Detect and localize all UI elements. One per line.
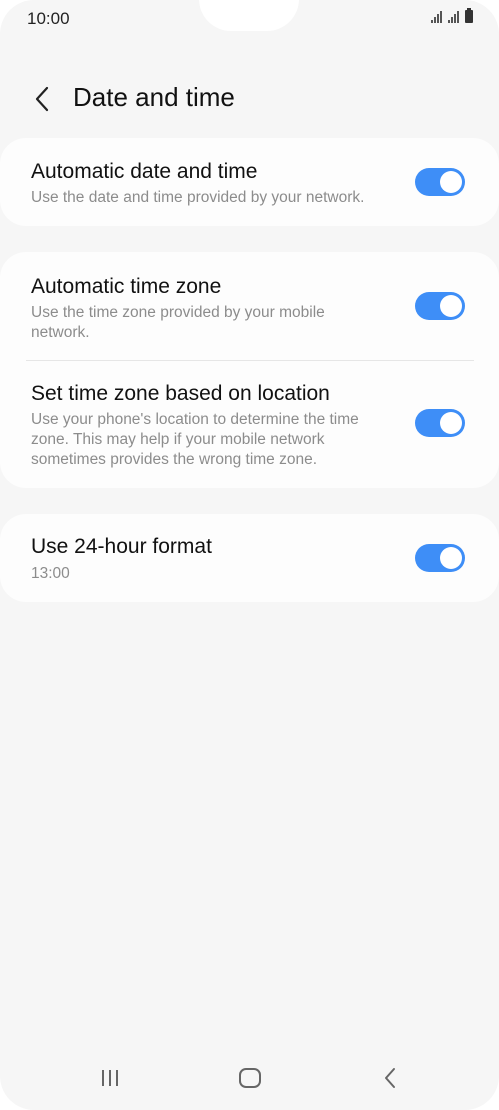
app-header: Date and time: [0, 78, 499, 118]
auto-datetime-title: Automatic date and time: [31, 160, 258, 183]
battery-icon: [465, 8, 473, 23]
hour24-title: Use 24-hour format: [31, 535, 212, 558]
status-time: 10:00: [27, 9, 70, 28]
phone-screen: 10:00 Date and time Automatic date and t…: [0, 0, 499, 1110]
back-button[interactable]: [28, 82, 56, 116]
hour24-row[interactable]: Use 24-hour format 13:00: [0, 514, 499, 602]
signal-icon-2: [448, 10, 459, 23]
settings-card-timezone: Automatic time zone Use the time zone pr…: [0, 252, 499, 488]
chevron-left-icon: [35, 86, 49, 112]
settings-card-format: Use 24-hour format 13:00: [0, 514, 499, 602]
camera-notch: [199, 0, 299, 31]
recents-icon: [102, 1070, 118, 1086]
home-button[interactable]: [230, 1062, 270, 1094]
location-timezone-subtitle: Use your phone's location to determine t…: [31, 411, 359, 468]
recents-button[interactable]: [90, 1062, 130, 1094]
back-icon: [385, 1068, 395, 1088]
navigation-bar: [0, 1050, 499, 1105]
toggle-knob: [440, 412, 462, 434]
toggle-knob: [440, 547, 462, 569]
hour24-toggle[interactable]: [415, 544, 465, 572]
home-icon: [239, 1068, 261, 1088]
signal-icon: [431, 10, 442, 23]
nav-back-button[interactable]: [370, 1062, 410, 1094]
status-icons: [431, 8, 473, 23]
location-timezone-title: Set time zone based on location: [31, 382, 330, 405]
auto-datetime-row[interactable]: Automatic date and time Use the date and…: [0, 138, 499, 226]
auto-datetime-subtitle: Use the date and time provided by your n…: [31, 189, 365, 206]
settings-card-datetime: Automatic date and time Use the date and…: [0, 138, 499, 226]
toggle-knob: [440, 295, 462, 317]
toggle-knob: [440, 171, 462, 193]
auto-datetime-toggle[interactable]: [415, 168, 465, 196]
auto-timezone-subtitle: Use the time zone provided by your mobil…: [31, 304, 325, 341]
auto-timezone-title: Automatic time zone: [31, 275, 222, 298]
auto-timezone-row[interactable]: Automatic time zone Use the time zone pr…: [0, 252, 499, 360]
location-timezone-toggle[interactable]: [415, 409, 465, 437]
page-title: Date and time: [73, 82, 235, 112]
location-timezone-row[interactable]: Set time zone based on location Use your…: [0, 361, 499, 488]
hour24-subtitle: 13:00: [31, 565, 70, 582]
auto-timezone-toggle[interactable]: [415, 292, 465, 320]
